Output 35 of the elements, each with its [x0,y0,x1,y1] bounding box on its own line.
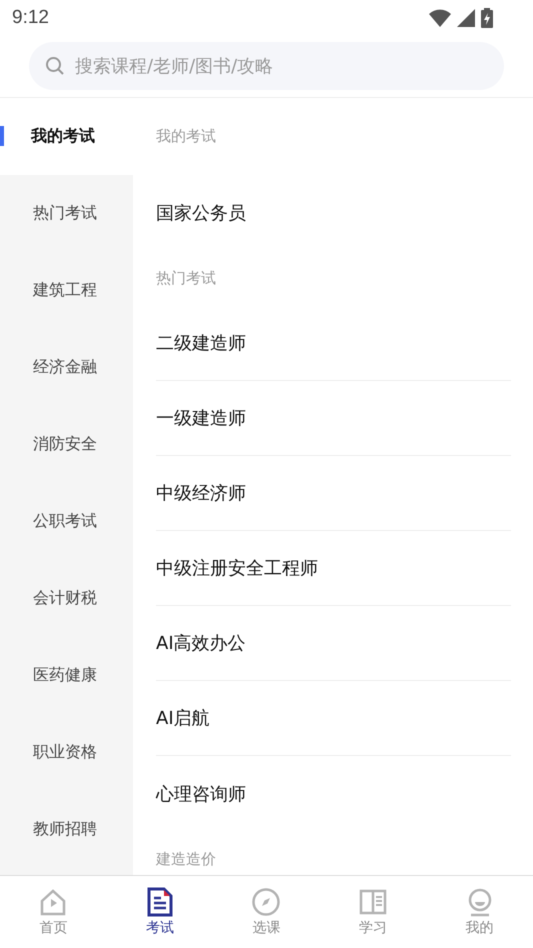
book-icon [358,887,388,917]
home-icon [38,887,68,917]
exam-item[interactable]: 中级经济师 [156,456,511,531]
status-time: 9:12 [12,7,49,29]
search-field[interactable]: 搜索课程/老师/图书/攻略 [29,42,504,90]
sidebar-item[interactable]: 建筑工程 [0,252,133,329]
battery-icon [481,8,493,28]
signal-icon [457,9,475,27]
exam-item[interactable]: 心理咨询师 [156,756,511,831]
document-icon [146,887,174,917]
nav-tab[interactable]: 首页 [0,876,107,948]
wifi-icon [429,9,451,27]
exam-item[interactable]: 国家公务员 [156,175,511,250]
section-heading: 我的考试 [156,126,217,147]
nav-tab[interactable]: 我的 [426,876,533,948]
compass-icon [251,887,282,917]
sidebar-item[interactable]: 职业资格 [0,714,133,791]
exam-item[interactable]: AI高效办公 [156,606,511,681]
nav-tab[interactable]: 考试 [106,876,214,948]
section-heading: 热门考试 [156,268,217,288]
nav-tab[interactable]: 选课 [213,876,320,948]
sidebar-item[interactable]: 热门考试 [0,175,133,252]
exam-item[interactable]: 中级注册安全工程师 [156,531,511,606]
sidebar-item[interactable]: 医药健康 [0,637,133,714]
nav-tab[interactable]: 学习 [320,876,426,948]
sidebar-item[interactable]: 公职考试 [0,483,133,560]
sidebar-item[interactable]: 会计财税 [0,560,133,637]
sidebar-item[interactable]: 我的考试 [0,98,133,175]
exam-item[interactable]: 一级建造师 [156,381,511,456]
sidebar-item[interactable]: 经济金融 [0,329,133,406]
exam-item[interactable]: AI启航 [156,681,511,756]
sidebar-item[interactable]: 教师招聘 [0,791,133,868]
exam-item[interactable]: 二级建造师 [156,306,511,381]
section-heading: 建造造价 [156,848,217,870]
sidebar-item[interactable]: 消防安全 [0,406,133,483]
